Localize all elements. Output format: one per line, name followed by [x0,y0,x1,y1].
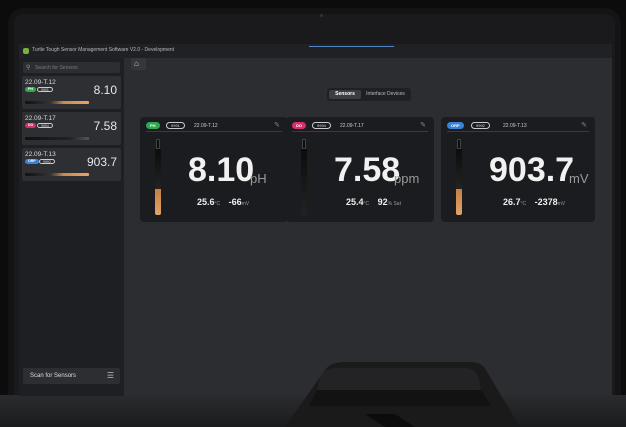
temperature-value: 25.4 [346,197,364,207]
primary-value: 7.58 [334,151,401,189]
probe-image [25,101,89,104]
turtle-app-icon [23,48,29,54]
interface-device-stand [285,362,520,427]
divider [146,131,282,132]
secondary-unit: mV [557,201,566,207]
pencil-icon[interactable]: ✎ [420,121,426,129]
sensor-type-badge: DO [292,122,306,129]
search-icon: ⚲ [26,65,31,71]
search-input[interactable]: ⚲ Search for Sensors [23,62,120,73]
sensor-id-badge: 9994 [37,123,53,128]
sensor-name: 22.09-T.13 [503,123,527,129]
home-icon: ⌂ [134,59,139,68]
sensor-card[interactable]: ORP 9992 22.09-T.13 ✎ 903.7 mV 26.7°C -2… [441,117,595,222]
probe-image [455,139,463,215]
primary-value: 8.10 [188,151,255,189]
sensor-id-badge: 9991 [166,122,185,129]
sensor-name: 22.09-T.17 [340,123,364,129]
title-bar: Turtle Tough Sensor Management Software … [19,44,612,58]
sensor-value: 8.10 [93,83,117,97]
sensor-name: 22.09-T.17 [25,115,56,122]
sensor-name: 22.09-T.12 [194,123,218,129]
probe-image [300,139,308,215]
sensor-type-badge: PH [146,122,160,129]
secondary-unit: % Sat [387,201,401,207]
app-window: Turtle Tough Sensor Management Software … [19,44,612,396]
sidebar-sensor-card[interactable]: 22.09-T.12 PH 9991 8.10 [22,76,121,109]
temperature-unit: °C [214,201,221,207]
temperature-unit: °C [363,201,370,207]
sensor-name: 22.09-T.12 [25,79,56,86]
secondary-readings: 26.7°C -2378mV [503,192,569,210]
tab-interface-devices[interactable]: Interface Devices [362,90,409,99]
view-tabs: Sensors Interface Devices [327,88,411,101]
sensor-id-badge: 9991 [37,87,53,92]
sensor-card[interactable]: PH 9991 22.09-T.12 ✎ 8.10 pH 25.6°C -66m… [140,117,288,222]
search-placeholder: Search for Sensors [35,65,78,71]
sensor-type-badge: DO [25,123,37,128]
sensor-id-badge: 9992 [39,159,55,164]
window-title: Turtle Tough Sensor Management Software … [32,47,175,53]
sliders-icon: ☰ [106,371,114,380]
primary-value: 903.7 [489,151,575,189]
secondary-readings: 25.6°C -66mV [197,192,253,210]
primary-unit: mV [569,171,589,186]
sensor-value: 903.7 [86,155,117,169]
sensor-type-badge: ORP [25,159,39,164]
secondary-value: -2378 [534,197,558,207]
sensor-value: 7.58 [93,119,117,133]
sensor-type-badge: PH [25,87,36,92]
pencil-icon[interactable]: ✎ [274,121,280,129]
primary-unit: ppm [394,171,420,186]
probe-image [25,137,89,140]
temperature-value: 26.7 [503,197,521,207]
sensor-type-badge: ORP [447,122,464,129]
loading-indicator [309,46,394,47]
sidebar: ⚲ Search for Sensors 22.09-T.12 PH 9991 … [19,58,124,396]
divider [447,131,589,132]
primary-unit: pH [250,171,267,186]
secondary-readings: 25.4°C 92% Sat [346,192,405,210]
sidebar-sensor-card[interactable]: 22.09-T.17 DO 9994 7.58 [22,112,121,145]
probe-image [25,173,89,176]
secondary-value: 92 [377,197,388,207]
divider [292,131,428,132]
pencil-icon[interactable]: ✎ [581,121,587,129]
temperature-value: 25.6 [197,197,215,207]
home-tab[interactable]: ⌂ [131,58,146,70]
temperature-unit: °C [520,201,527,207]
sensor-id-badge: 9994 [312,122,331,129]
secondary-value: -66 [228,197,242,207]
sensor-name: 22.09-T.13 [25,151,56,158]
scan-for-sensors-button[interactable]: Scan for Sensors ☰ [23,368,120,384]
sidebar-sensor-card[interactable]: 22.09-T.13 ORP 9992 903.7 [22,148,121,181]
secondary-unit: mV [241,201,250,207]
sensor-card[interactable]: DO 9994 22.09-T.17 ✎ 7.58 ppm 25.4°C 92%… [286,117,434,222]
scan-label: Scan for Sensors [30,373,77,379]
tab-sensors[interactable]: Sensors [329,90,361,99]
probe-image [154,139,162,215]
webcam [320,14,323,17]
sensor-id-badge: 9992 [471,122,490,129]
